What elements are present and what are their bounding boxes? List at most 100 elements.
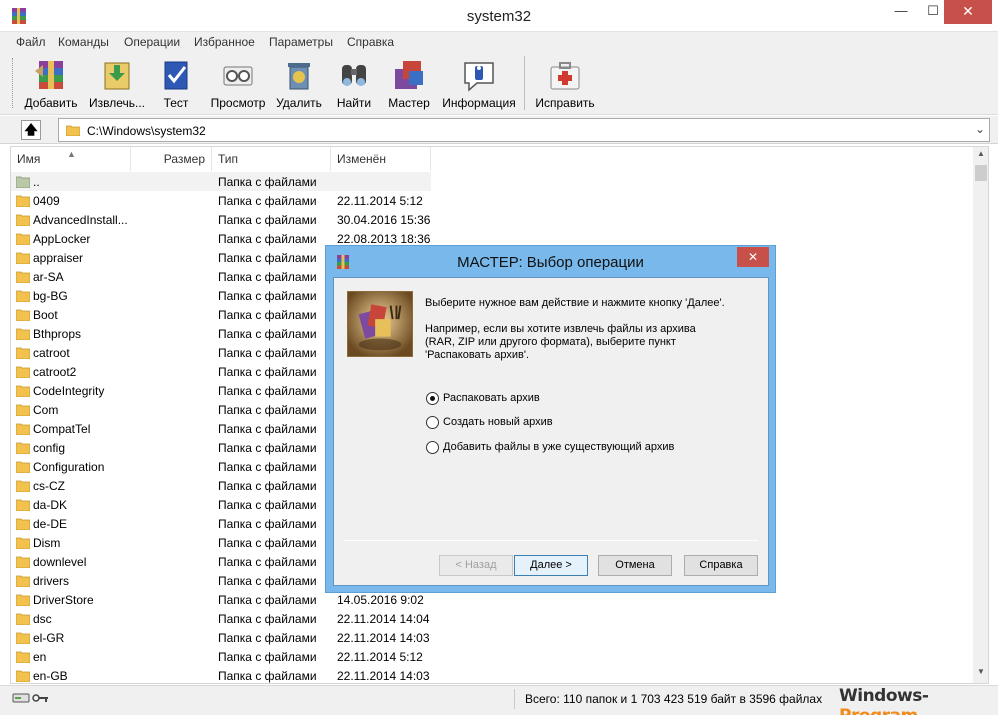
column-type[interactable]: Тип bbox=[212, 147, 331, 171]
address-field[interactable]: C:\Windows\system32 ⌄ bbox=[58, 118, 990, 142]
row-name: cs-CZ bbox=[33, 479, 65, 493]
info-icon bbox=[464, 62, 494, 92]
menu-bar: Файл Команды Операции Избранное Параметр… bbox=[0, 32, 998, 52]
extract-button[interactable]: Извлечь... bbox=[86, 54, 148, 112]
row-type: Папка с файлами bbox=[218, 327, 317, 341]
table-row[interactable]: 0409 Папка с файлами 22.11.2014 5:12 bbox=[11, 191, 973, 210]
folder-icon bbox=[16, 537, 30, 549]
example-line-1: Например, если вы хотите извлечь файлы и… bbox=[425, 323, 696, 335]
row-type: Папка с файлами bbox=[218, 574, 317, 588]
wizard-illustration-icon bbox=[347, 291, 413, 357]
row-date: 22.11.2014 5:12 bbox=[337, 650, 423, 664]
parent-folder-row[interactable]: .. Папка с файлами bbox=[11, 172, 431, 191]
view-button[interactable]: Просмотр bbox=[206, 54, 270, 112]
row-date: 30.04.2016 15:36 bbox=[337, 213, 431, 227]
repair-button[interactable]: Исправить bbox=[532, 54, 598, 112]
scrollbar-thumb[interactable] bbox=[975, 165, 987, 181]
wizard-button[interactable]: Мастер bbox=[383, 54, 435, 112]
menu-operations[interactable]: Операции bbox=[124, 35, 180, 49]
test-button[interactable]: Тест bbox=[154, 54, 198, 112]
delete-icon bbox=[288, 63, 310, 90]
row-name: 0409 bbox=[33, 194, 60, 208]
info-button[interactable]: Информация bbox=[440, 54, 518, 112]
table-row[interactable]: dsc Папка с файлами 22.11.2014 14:04 bbox=[11, 609, 973, 628]
row-name: Configuration bbox=[33, 460, 105, 474]
column-modified[interactable]: Изменён bbox=[331, 147, 431, 171]
folder-icon bbox=[66, 125, 80, 136]
menu-file[interactable]: Файл bbox=[16, 35, 46, 49]
folder-icon bbox=[16, 328, 30, 340]
dialog-example-text: Например, если вы хотите извлечь файлы и… bbox=[425, 323, 755, 362]
folder-icon bbox=[16, 651, 30, 663]
key-icon[interactable] bbox=[32, 692, 50, 704]
row-type: Папка с файлами bbox=[218, 517, 317, 531]
row-type: Папка с файлами bbox=[218, 384, 317, 398]
row-name: catroot bbox=[33, 346, 70, 360]
back-button[interactable]: < Назад bbox=[439, 555, 513, 576]
menu-help[interactable]: Справка bbox=[347, 35, 394, 49]
table-row[interactable]: en Папка с файлами 22.11.2014 5:12 bbox=[11, 647, 973, 666]
minimize-button[interactable]: — bbox=[886, 0, 916, 24]
row-date: 22.11.2014 14:03 bbox=[337, 631, 430, 645]
menu-options[interactable]: Параметры bbox=[269, 35, 333, 49]
menu-commands[interactable]: Команды bbox=[58, 35, 109, 49]
row-date: 14.05.2016 9:02 bbox=[337, 593, 424, 607]
row-type: Папка с файлами bbox=[218, 346, 317, 360]
archive-add-icon bbox=[35, 61, 63, 89]
dialog-title-bar[interactable]: МАСТЕР: Выбор операции ✕ bbox=[326, 246, 775, 276]
example-line-3: 'Распаковать архив'. bbox=[425, 349, 529, 361]
folder-icon bbox=[16, 670, 30, 682]
row-type: Папка с файлами bbox=[218, 669, 317, 683]
dialog-close-button[interactable]: ✕ bbox=[737, 247, 769, 267]
table-row[interactable]: AdvancedInstall... Папка с файлами 30.04.2… bbox=[11, 210, 973, 229]
row-name: bg-BG bbox=[33, 289, 68, 303]
row-type: Папка с файлами bbox=[218, 175, 317, 189]
column-size[interactable]: Размер bbox=[131, 147, 212, 171]
dialog-divider bbox=[344, 540, 758, 541]
delete-button[interactable]: Удалить bbox=[274, 54, 324, 112]
row-name: en bbox=[33, 650, 47, 664]
row-type: Папка с файлами bbox=[218, 194, 317, 208]
cancel-button[interactable]: Отмена bbox=[598, 555, 672, 576]
folder-icon bbox=[16, 556, 30, 568]
row-type: Папка с файлами bbox=[218, 251, 317, 265]
folder-icon bbox=[16, 252, 30, 264]
folder-icon bbox=[16, 518, 30, 530]
scroll-up-arrow-icon[interactable]: ▲ bbox=[973, 149, 988, 158]
add-button[interactable]: Добавить bbox=[20, 54, 82, 112]
table-row[interactable]: en-GB Папка с файлами 22.11.2014 14:03 bbox=[11, 666, 973, 683]
radio-add-existing[interactable] bbox=[426, 441, 439, 454]
folder-icon bbox=[16, 632, 30, 644]
folder-icon bbox=[16, 309, 30, 321]
toolbar-grip[interactable] bbox=[12, 58, 15, 108]
row-type: Папка с файлами bbox=[218, 555, 317, 569]
chevron-down-icon[interactable]: ⌄ bbox=[975, 122, 985, 136]
row-name: catroot2 bbox=[33, 365, 77, 379]
help-button[interactable]: Справка bbox=[684, 555, 758, 576]
column-name[interactable]: Имя ▲ bbox=[11, 147, 131, 171]
watermark-part-1: Windows- bbox=[839, 686, 929, 706]
table-row[interactable]: el-GR Папка с файлами 22.11.2014 14:03 bbox=[11, 628, 973, 647]
vertical-scrollbar[interactable]: ▲ ▼ bbox=[973, 147, 988, 683]
row-name: AdvancedInstall... bbox=[33, 213, 128, 227]
folder-icon bbox=[16, 575, 30, 587]
address-row: 🡅 C:\Windows\system32 ⌄ bbox=[0, 116, 998, 144]
row-type: Папка с файлами bbox=[218, 213, 317, 227]
option-extract-label: Распаковать архив bbox=[443, 392, 540, 404]
radio-extract[interactable] bbox=[426, 392, 439, 405]
drive-icon[interactable] bbox=[12, 692, 30, 704]
wizard-dialog: МАСТЕР: Выбор операции ✕ Выберите нужное… bbox=[325, 245, 776, 593]
menu-favorites[interactable]: Избранное bbox=[194, 35, 255, 49]
radio-create[interactable] bbox=[426, 416, 439, 429]
folder-icon bbox=[16, 347, 30, 359]
next-button[interactable]: Далее > bbox=[514, 555, 588, 576]
close-button[interactable]: ✕ bbox=[944, 0, 992, 24]
folder-icon bbox=[16, 233, 30, 245]
scroll-down-arrow-icon[interactable]: ▼ bbox=[973, 667, 988, 676]
folder-icon bbox=[16, 480, 30, 492]
watermark-part-2: Program bbox=[839, 706, 918, 715]
find-button[interactable]: Найти bbox=[332, 54, 376, 112]
folder-icon bbox=[16, 442, 30, 454]
dialog-intro-text: Выберите нужное вам действие и нажмите к… bbox=[425, 297, 725, 309]
up-folder-button[interactable]: 🡅 bbox=[21, 120, 41, 140]
